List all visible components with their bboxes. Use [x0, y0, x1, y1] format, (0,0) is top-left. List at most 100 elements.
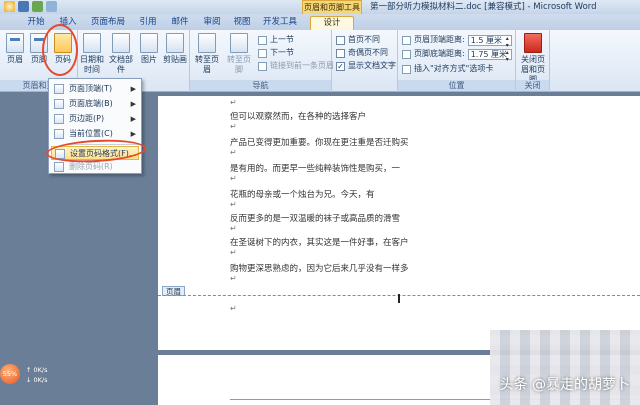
- menu-item-label: 当前位置(C): [69, 129, 113, 138]
- odd-even-checkbox[interactable]: 奇偶页不同: [336, 47, 388, 59]
- picture-button[interactable]: 图片: [136, 33, 162, 65]
- next-section-icon: [258, 48, 267, 58]
- doc-parts-button[interactable]: 文档部件: [106, 33, 136, 75]
- menu-item-top-of-page[interactable]: 页面顶端(T) ▶: [51, 82, 139, 96]
- paragraph-mark: ↵: [230, 98, 237, 107]
- network-speed-widget[interactable]: 55% ↑ 0K/s ↓ 0K/s: [0, 362, 50, 390]
- tab-references[interactable]: 引用: [134, 16, 162, 30]
- group-label-navigation: 导航: [190, 80, 331, 91]
- link-prev-label: 链接到前一条页眉: [270, 61, 334, 70]
- menu-item-label: 页面顶端(T): [69, 84, 113, 93]
- close-icon: [524, 33, 542, 53]
- goto-header-button[interactable]: 转至页眉: [192, 33, 222, 75]
- prev-section-button[interactable]: 上一节: [258, 34, 294, 46]
- first-page-label: 首页不同: [348, 35, 380, 44]
- align-tab-icon: [402, 64, 411, 74]
- menu-item-label: 页边距(P): [69, 114, 105, 123]
- download-speed: ↓ 0K/s: [26, 376, 48, 384]
- text-line: 在圣诞树下的内衣，其实这是一件好事，在客户: [230, 238, 409, 248]
- text-line: 产品已变得更加重要。你现在更注重是否迁购买: [230, 138, 409, 148]
- text-line: 反而更多的是一双温暖的袜子或高品质的滑雪: [230, 214, 401, 224]
- clip-art-label: 剪贴画: [163, 55, 187, 64]
- header-top-input[interactable]: 1.5 厘米: [467, 34, 512, 49]
- paragraph-mark: ↵: [230, 200, 237, 209]
- show-text-checkbox[interactable]: ✓ 显示文档文字: [336, 60, 396, 72]
- footer-bottom-icon: [402, 49, 411, 59]
- document-page[interactable]: ↵ 但可以观察然而，在各种的选择客户 ↵ 产品已变得更加重要。你现在更注重是否迁…: [158, 96, 640, 350]
- contextual-tab-group-label: 页眉和页脚工具: [302, 0, 362, 14]
- top-of-page-icon: [54, 84, 64, 94]
- paragraph-mark: ↵: [230, 248, 237, 257]
- odd-even-check[interactable]: [336, 48, 345, 58]
- date-time-button[interactable]: 日期和时间: [78, 33, 106, 75]
- next-section-button[interactable]: 下一节: [258, 47, 294, 59]
- network-usage-badge: 55%: [0, 364, 20, 384]
- tab-review[interactable]: 审阅: [198, 16, 226, 30]
- footer-bottom-input[interactable]: 1.75 厘米: [467, 48, 512, 63]
- header-button[interactable]: 页眉: [2, 33, 28, 65]
- title-bar: 页眉和页脚工具 第一部分听力模拟材料二.doc [兼容模式] - Microso…: [0, 0, 640, 14]
- submenu-arrow-icon: ▶: [130, 115, 136, 123]
- footer-bottom-label: 页脚底端距离:: [414, 49, 465, 58]
- header-icon: [6, 33, 24, 53]
- group-label-position: 位置: [398, 80, 515, 91]
- submenu-arrow-icon: ▶: [130, 85, 136, 93]
- tab-design[interactable]: 设计: [310, 16, 354, 30]
- odd-even-label: 奇偶页不同: [348, 48, 388, 57]
- menu-item-label: 删除页码(R): [69, 162, 113, 171]
- menu-item-bottom-of-page[interactable]: 页面底端(B) ▶: [51, 97, 139, 111]
- show-text-check[interactable]: ✓: [336, 61, 345, 71]
- tab-home[interactable]: 开始: [22, 16, 50, 30]
- watermark-text: 头条 @暴走的胡萝卜: [499, 377, 630, 393]
- upload-speed-value: 0K/s: [33, 366, 48, 374]
- office-button-icon[interactable]: [4, 1, 15, 12]
- ribbon-tabs: 开始 插入 页面布局 引用 邮件 审阅 视图 开发工具 设计: [0, 14, 640, 30]
- first-page-checkbox[interactable]: 首页不同: [336, 34, 380, 46]
- paragraph-mark: ↵: [230, 304, 237, 313]
- header-top-label: 页眉顶端距离:: [414, 35, 465, 44]
- bottom-of-page-icon: [54, 99, 64, 109]
- tab-mailings[interactable]: 邮件: [166, 16, 194, 30]
- menu-item-page-margins[interactable]: 页边距(P) ▶: [51, 112, 139, 126]
- redo-icon[interactable]: [46, 1, 57, 12]
- doc-parts-icon: [112, 33, 130, 53]
- paragraph-mark: ↵: [230, 224, 237, 233]
- quick-access-toolbar: [4, 1, 57, 12]
- menu-item-remove-page-numbers[interactable]: 删除页码(R): [51, 160, 139, 174]
- group-label-close: 关闭: [516, 80, 549, 91]
- page-margins-icon: [54, 114, 64, 124]
- goto-header-label: 转至页眉: [195, 55, 219, 74]
- goto-footer-button[interactable]: 转至页脚: [224, 33, 254, 75]
- clip-art-button[interactable]: 剪贴画: [162, 33, 188, 65]
- goto-footer-icon: [230, 33, 248, 53]
- picture-label: 图片: [141, 55, 157, 64]
- clip-art-icon: [166, 33, 184, 53]
- menu-item-label: 页面底端(B): [69, 99, 113, 108]
- tab-view[interactable]: 视图: [228, 16, 256, 30]
- prev-section-label: 上一节: [270, 35, 294, 44]
- upload-speed: ↑ 0K/s: [26, 366, 48, 374]
- date-time-label: 日期和时间: [80, 55, 104, 74]
- group-navigation: 转至页眉 转至页脚 上一节 下一节 链接到前一条页眉 导航: [190, 30, 334, 92]
- paragraph-mark: ↵: [230, 174, 237, 183]
- save-icon[interactable]: [18, 1, 29, 12]
- tab-developer[interactable]: 开发工具: [258, 16, 302, 30]
- link-prev-button[interactable]: 链接到前一条页眉: [258, 60, 334, 72]
- doc-parts-label: 文档部件: [109, 55, 133, 74]
- current-position-icon: [54, 129, 64, 139]
- first-page-check[interactable]: [336, 35, 345, 45]
- submenu-arrow-icon: ▶: [130, 130, 136, 138]
- header-top-icon: [402, 35, 411, 45]
- footer-bottom-distance: 页脚底端距离: 1.75 厘米: [402, 48, 512, 63]
- text-cursor: [398, 294, 400, 303]
- goto-footer-label: 转至页脚: [227, 55, 251, 74]
- prev-section-icon: [258, 35, 267, 45]
- menu-item-current-position[interactable]: 当前位置(C) ▶: [51, 127, 139, 141]
- tab-page-layout[interactable]: 页面布局: [86, 16, 130, 30]
- close-header-footer-button[interactable]: 关闭页眉和页脚: [518, 33, 548, 85]
- paragraph-mark: ↵: [230, 274, 237, 283]
- insert-align-tab-button[interactable]: 插入"对齐方式"选项卡: [402, 63, 493, 75]
- remove-page-numbers-icon: [54, 162, 64, 172]
- undo-icon[interactable]: [32, 1, 43, 12]
- header-top-distance: 页眉顶端距离: 1.5 厘米: [402, 34, 512, 49]
